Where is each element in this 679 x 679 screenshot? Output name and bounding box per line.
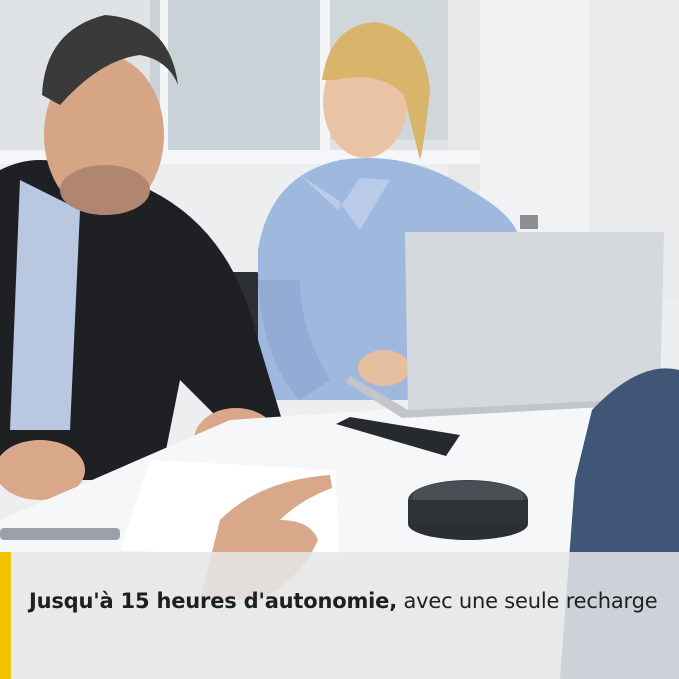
speakerphone-device [408,480,528,540]
accent-bar [0,552,11,679]
product-image: Jusqu'à 15 heures d'autonomie, avec une … [0,0,679,679]
caption-regular: avec une seule recharge [396,589,658,613]
pen [0,528,120,540]
caption-bold: Jusqu'à 15 heures d'autonomie, [29,589,397,613]
caption-text: Jusqu'à 15 heures d'autonomie, avec une … [29,585,659,617]
